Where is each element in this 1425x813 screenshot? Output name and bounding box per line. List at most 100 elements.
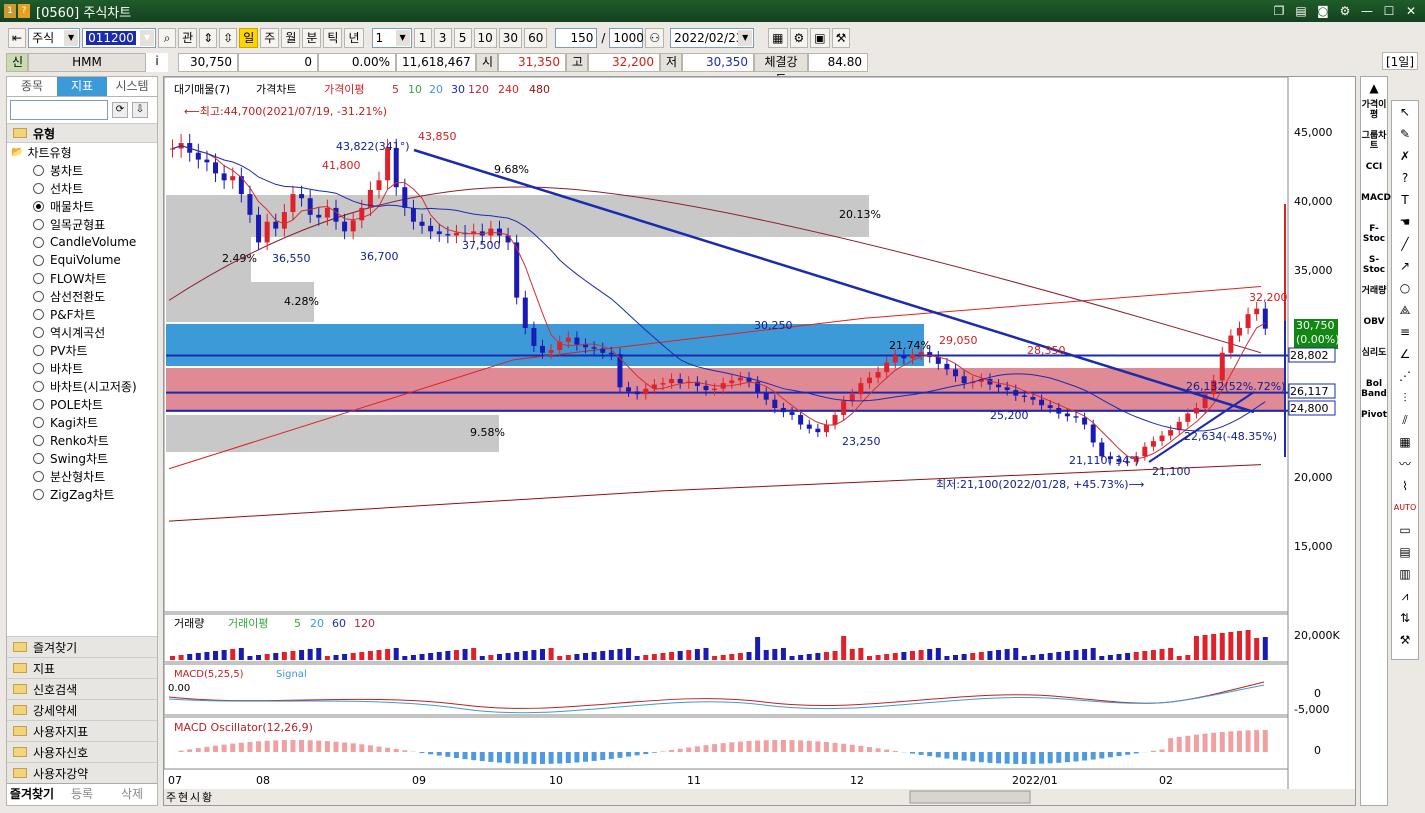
cursor-icon[interactable]: ↖ [1392,101,1418,123]
chart-type-item[interactable]: EquiVolume [7,251,157,269]
maximize-icon[interactable]: ☐ [1381,3,1397,19]
btab-favorites[interactable]: 즐겨찾기 [7,783,57,805]
refresh-icon[interactable]: ⟳ [112,102,128,118]
help-icon[interactable]: ? [18,4,30,18]
channel-icon[interactable]: ⫽ [1392,409,1418,431]
tab-indicator[interactable]: 지표 [57,77,107,97]
btab-register[interactable]: 등록 [57,783,107,805]
indicator-tool[interactable]: MACD [1361,192,1391,223]
period-year[interactable]: 년 [344,28,364,48]
radio-icon[interactable] [33,380,44,392]
radio-icon[interactable] [33,236,44,248]
indicator-tool[interactable]: 심리도 [1361,347,1387,378]
chart-canvas[interactable]: 9.68%20.13%2.49%4.28%21.74%9.58%45,00040… [164,77,1355,805]
unit-select[interactable]: 1 ▼ [371,28,412,48]
chart-line-icon[interactable]: ⩘ [1392,585,1418,607]
date-select[interactable]: 2022/02/23 ▼ [670,28,755,48]
scroll-up-icon[interactable]: ▲ [1361,77,1387,99]
folder-group[interactable]: 즐겨찾기 [7,636,157,657]
radio-icon[interactable] [33,254,44,266]
radio-icon[interactable] [33,344,44,356]
radio-icon[interactable] [33,452,44,464]
radio-icon[interactable] [33,488,44,500]
chart-type-item[interactable]: 매물차트 [7,197,157,215]
btab-delete[interactable]: 삭제 [107,783,157,805]
indicator-tool[interactable]: 그룹차트 [1361,130,1387,161]
chart-type-item[interactable]: 바차트 [7,359,157,377]
close-icon[interactable]: ✕ [1403,3,1419,19]
hand-icon[interactable]: ☚ [1392,211,1418,233]
parallel-icon[interactable]: ≡ [1392,321,1418,343]
chart-type-item[interactable]: 일목균형표 [7,215,157,233]
grid-icon[interactable]: ▦ [1392,431,1418,453]
radio-icon[interactable] [33,218,44,230]
count-input[interactable]: 150 [555,28,598,48]
search-icon[interactable]: ⌕ [158,28,177,48]
radio-icon[interactable] [33,290,44,302]
indicator-tool[interactable]: 가격이평 [1361,99,1387,130]
link-icon[interactable]: ⚇ [645,28,665,48]
tab-stock[interactable]: 종목 [7,77,57,97]
tile-icon[interactable]: ▤ [1293,3,1309,19]
period-day[interactable]: 일 [239,28,259,48]
chart-type-item[interactable]: 선차트 [7,179,157,197]
chart-type-item[interactable]: 분산형차트 [7,467,157,485]
prev-stock-icon[interactable]: ⇤ [8,28,27,48]
chart-type-item[interactable]: P&F차트 [7,305,157,323]
folder-group[interactable]: 강세약세 [7,699,157,720]
updown-icon[interactable]: ⇳ [219,28,238,48]
window-icon[interactable]: ▭ [1392,519,1418,541]
radio-icon[interactable] [33,470,44,482]
folder-group[interactable]: 신호검색 [7,678,157,699]
quick-1[interactable]: 1 [413,28,432,48]
group-type[interactable]: 유형 [7,123,157,143]
bar-icon[interactable]: ▥ [1392,563,1418,585]
settings-icon[interactable]: ⚙ [789,28,809,48]
radio-icon[interactable] [33,164,44,176]
chart-type-item[interactable]: Renko차트 [7,431,157,449]
fan-icon[interactable]: ⋰ [1392,365,1418,387]
chart-type-item[interactable]: CandleVolume [7,233,157,251]
indicator-tool[interactable]: CCI [1361,161,1387,192]
indicator-tool[interactable]: F-Stoc [1361,223,1387,254]
camera-icon[interactable]: ◙ [1315,3,1331,19]
node-icon[interactable]: ⟁ [1392,299,1418,321]
save-icon[interactable]: ▣ [810,28,830,48]
restore-icon[interactable]: ❐ [1271,3,1287,19]
auto-icon[interactable]: AUTO [1392,497,1418,519]
radio-icon[interactable] [33,362,44,374]
tab-system[interactable]: 시스템 [107,77,157,97]
note-icon[interactable]: ▤ [1392,541,1418,563]
chart-type-item[interactable]: POLE차트 [7,395,157,413]
quick-10[interactable]: 10 [473,28,497,48]
sort-icon[interactable]: ⇕ [199,28,218,48]
period-minute[interactable]: 분 [302,28,322,48]
angle-icon[interactable]: ∠ [1392,343,1418,365]
total-input[interactable]: 1000 [609,28,644,48]
folder-group[interactable]: 사용자신호 [7,741,157,762]
quick-3[interactable]: 3 [433,28,452,48]
cycle-icon[interactable]: ⌇ [1392,475,1418,497]
folder-group[interactable]: 지표 [7,657,157,678]
chart-type-item[interactable]: FLOW차트 [7,269,157,287]
day-button[interactable]: [1일] [1382,52,1418,70]
radio-icon[interactable] [33,416,44,428]
wave-icon[interactable]: 〰 [1392,453,1418,475]
chart-type-node[interactable]: 📂 차트유형 [7,143,157,161]
chart-type-item[interactable]: ZigZag차트 [7,485,157,503]
chart-area[interactable]: 9.68% 20.13% 2.49% 4.28% 21.74% 9.58% 45,000 40… [163,76,1356,806]
delete-all-icon[interactable]: ✗ [1392,145,1418,167]
layout-icon[interactable]: ▦ [768,28,788,48]
radio-icon[interactable] [33,272,44,284]
tools-icon[interactable]: ⚒ [831,28,851,48]
code-input[interactable]: 011200 ▼ [82,28,157,48]
gear-icon[interactable]: ⚙ [1337,3,1353,19]
wrench-icon[interactable]: ⚒ [1392,629,1418,651]
radio-icon[interactable] [33,398,44,410]
gwan-button[interactable]: 관 [178,28,198,48]
market-select[interactable]: 주식 ▼ [28,28,81,48]
pencil-icon[interactable]: ✎ [1392,123,1418,145]
question-icon[interactable]: ? [1392,167,1418,189]
sort-icon[interactable]: ⇅ [1392,607,1418,629]
indicator-tool[interactable]: Pivot [1361,409,1387,440]
